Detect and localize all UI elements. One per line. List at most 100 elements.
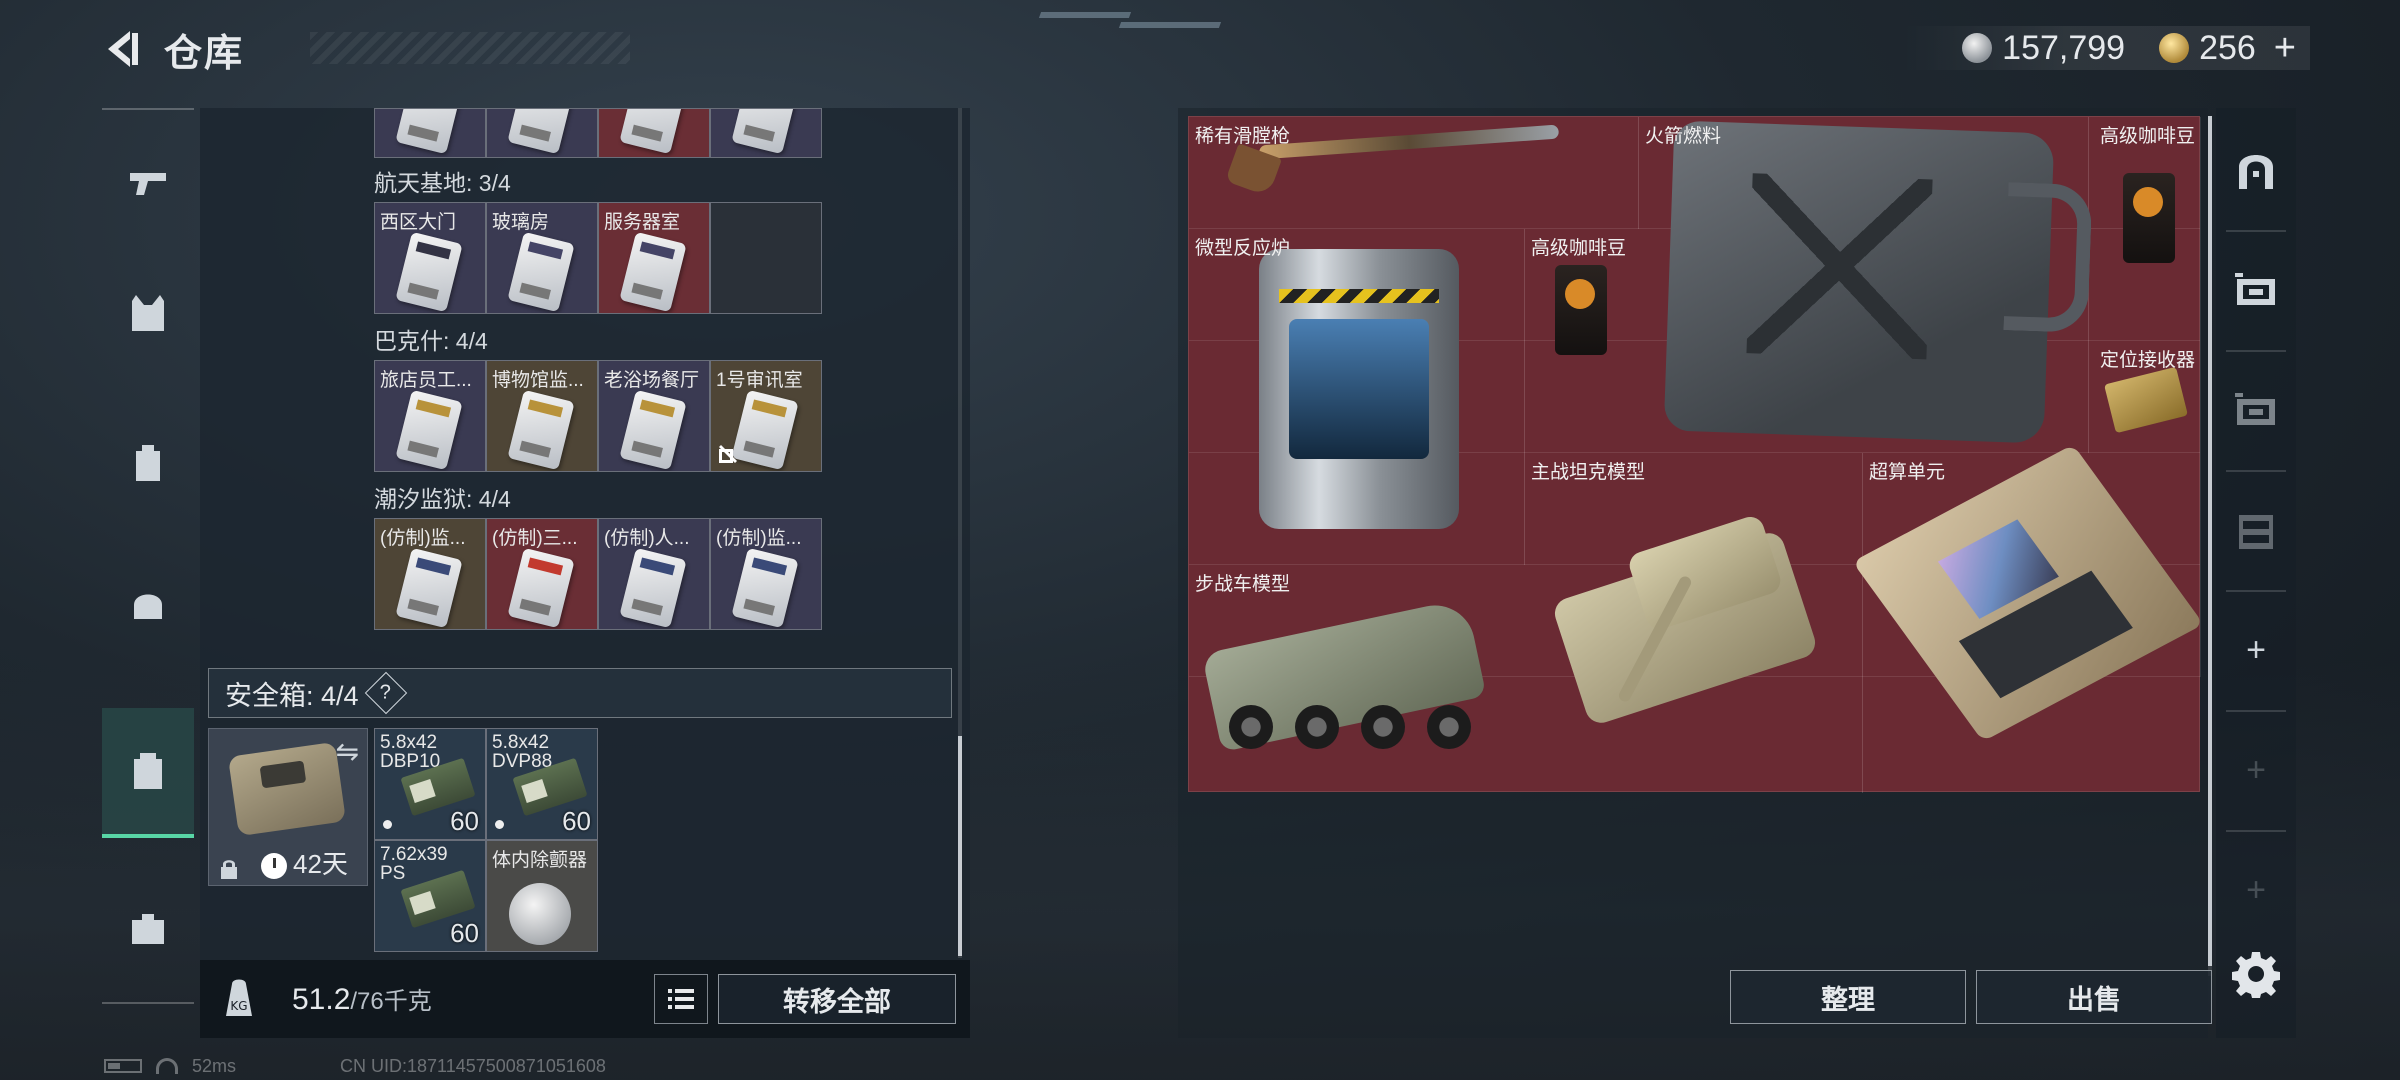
storage-expansion-icon	[2235, 393, 2275, 425]
gun-icon	[130, 173, 166, 195]
organize-button[interactable]: 整理	[1730, 970, 1966, 1024]
broken-card-icon	[717, 443, 739, 465]
keycard-icon	[731, 109, 799, 155]
map-section-title: 航天基地: 3/4	[374, 170, 511, 196]
keycard-slot-empty[interactable]	[710, 202, 822, 314]
stash-item-reactor[interactable]: 微型反应炉	[1189, 229, 1525, 565]
item-label: 火箭燃料	[1645, 126, 1722, 147]
ammo-label: 7.62x39 PS	[380, 845, 448, 883]
keycard-label: 老浴场餐厅	[604, 370, 700, 391]
sell-button[interactable]: 出售	[1976, 970, 2212, 1024]
keycard-slot[interactable]	[486, 108, 598, 158]
system-status-bar: 52ms CN UID:18711457500871051608	[104, 1056, 606, 1076]
implant-item[interactable]: 体内除颤器	[486, 840, 598, 952]
max-weight: /76千克	[350, 988, 432, 1015]
storage-tab-main[interactable]	[2216, 112, 2296, 228]
stash-item-receiver[interactable]: 定位接收器	[2089, 341, 2201, 453]
item-label: 定位接收器	[2099, 350, 2195, 371]
stash-item-musket[interactable]: 稀有滑膛枪	[1189, 117, 1639, 229]
stash-item-ifv-model[interactable]: 步战车模型	[1189, 565, 1525, 793]
add-storage-button-locked[interactable]: +	[2216, 712, 2296, 828]
keycard-label: 西区大门	[380, 212, 457, 233]
keycard-slot[interactable]: (仿制)监...	[710, 518, 822, 630]
gear-icon[interactable]	[2232, 950, 2280, 998]
safebox-container-slot[interactable]: ⇋ 42天	[208, 728, 368, 886]
page-title: 仓库	[164, 32, 245, 75]
keycard-slot[interactable]	[374, 108, 486, 158]
swap-icon[interactable]: ⇋	[336, 735, 359, 768]
help-icon[interactable]: ?	[364, 671, 407, 715]
left-scrollbar[interactable]	[958, 108, 962, 958]
rail-item-weapons[interactable]	[102, 118, 194, 248]
safebox-item-row: 7.62x39 PS 60 体内除颤器	[374, 840, 598, 952]
rail-item-armor[interactable]	[102, 248, 194, 378]
tank-model-icon	[1545, 493, 1835, 727]
ammo-item[interactable]: 5.8x42 DVP88 60	[486, 728, 598, 840]
keycard-label: 博物馆监...	[492, 370, 584, 391]
stash-item-coffee[interactable]: 高级咖啡豆	[2089, 117, 2201, 341]
keycard-slot[interactable]: 1号审讯室	[710, 360, 822, 472]
keycard-slot[interactable]	[598, 108, 710, 158]
back-arrow-icon[interactable]	[100, 27, 144, 71]
safebox-title: 安全箱: 4/4	[225, 680, 359, 711]
header: 仓库	[100, 24, 630, 75]
keycard-icon	[619, 547, 687, 629]
keycard-slot[interactable]: 老浴场餐厅	[598, 360, 710, 472]
keycard-icon	[731, 389, 799, 471]
right-scrollbar[interactable]	[2208, 116, 2212, 976]
safebox-icon	[134, 753, 162, 789]
add-storage-button-locked[interactable]: +	[2216, 832, 2296, 948]
carry-weight: 51.2/76千克	[292, 981, 432, 1017]
stash-item-supercomputer[interactable]: 超算单元	[1852, 444, 2204, 793]
stash-item-rocket-fuel[interactable]: 火箭燃料	[1639, 117, 2089, 453]
rail-item-safebox[interactable]	[102, 708, 194, 838]
list-icon	[668, 989, 694, 1009]
keycard-label: (仿制)人...	[604, 528, 690, 549]
keycard-slot[interactable]: 旅店员工...	[374, 360, 486, 472]
list-view-button[interactable]	[654, 974, 708, 1024]
right-storage-rail: + + +	[2216, 108, 2296, 1038]
title-decoration	[310, 32, 630, 64]
keycard-slot[interactable]: 玻璃房	[486, 202, 598, 314]
keycard-icon	[395, 547, 463, 629]
storage-tab-5[interactable]	[2216, 352, 2296, 468]
stash-grid[interactable]: 稀有滑膛枪 火箭燃料 高级咖啡豆 微型反应炉 高级咖啡豆 定位接收器 主战坦克模…	[1188, 116, 2204, 793]
keycard-slot[interactable]: (仿制)人...	[598, 518, 710, 630]
storage-tab-4[interactable]	[2216, 232, 2296, 348]
rail-divider	[102, 1002, 194, 1004]
keycard-slot[interactable]: (仿制)三...	[486, 518, 598, 630]
ammo-label: 5.8x42 DBP10	[380, 733, 441, 771]
coffee-bag-icon	[1555, 265, 1607, 355]
keycard-icon	[619, 109, 687, 155]
backpack-icon	[136, 445, 160, 481]
add-currency-button[interactable]: +	[2274, 27, 2296, 70]
keycard-list[interactable]: 航天基地: 3/4 西区大门 玻璃房 服务器室 巴克什: 4/4 旅店员工...…	[200, 108, 970, 958]
storage-tab-6[interactable]	[2216, 472, 2296, 588]
keycard-label: 玻璃房	[492, 212, 550, 233]
scrollbar-thumb[interactable]	[2208, 116, 2212, 966]
stash-item-coffee[interactable]: 高级咖啡豆	[1525, 229, 1639, 453]
safebox-case-icon	[227, 741, 347, 837]
keycard-slot[interactable]	[710, 108, 822, 158]
scrollbar-thumb[interactable]	[958, 736, 962, 956]
storage-expansion-icon	[2235, 273, 2275, 305]
rail-item-backpacks[interactable]	[102, 398, 194, 528]
ammo-item[interactable]: 7.62x39 PS 60	[374, 840, 486, 952]
item-label: 微型反应炉	[1195, 238, 1291, 259]
plus-icon: +	[2246, 750, 2266, 789]
rail-item-case[interactable]	[102, 863, 194, 993]
receiver-icon	[2104, 366, 2188, 434]
keycard-slot[interactable]: 服务器室	[598, 202, 710, 314]
plus-icon: +	[2246, 630, 2266, 669]
stash-item-tank-model[interactable]: 主战坦克模型	[1525, 453, 1863, 793]
plus-icon: +	[2246, 870, 2266, 909]
keycard-slot[interactable]: 博物馆监...	[486, 360, 598, 472]
add-storage-button[interactable]: +	[2216, 592, 2296, 708]
rail-item-chest-rig[interactable]	[102, 538, 194, 668]
safebox-header: 安全箱: 4/4 ?	[208, 668, 952, 718]
supercomputer-icon	[1852, 444, 2204, 742]
transfer-all-button[interactable]: 转移全部	[718, 974, 956, 1024]
keycard-slot[interactable]: (仿制)监...	[374, 518, 486, 630]
keycard-slot[interactable]: 西区大门	[374, 202, 486, 314]
ammo-item[interactable]: 5.8x42 DBP10 60	[374, 728, 486, 840]
